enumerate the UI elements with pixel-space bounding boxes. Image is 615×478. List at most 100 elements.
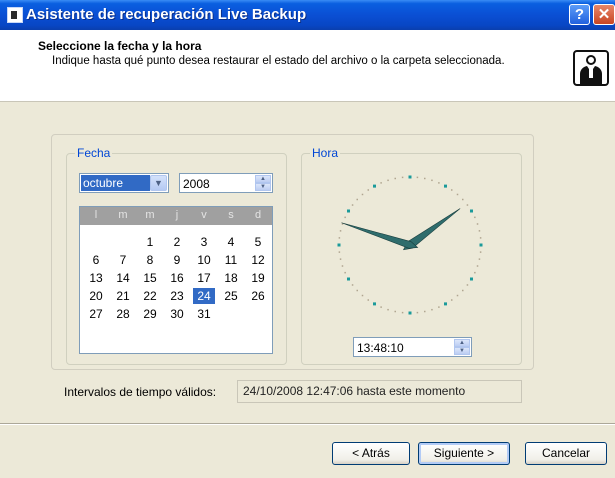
calendar-day[interactable]: 20 (85, 288, 107, 304)
calendar-day-selected[interactable]: 24 (193, 288, 215, 304)
user-icon (573, 50, 609, 86)
step-title: Seleccione la fecha y la hora (38, 39, 202, 53)
time-value: 13:48:10 (357, 341, 404, 355)
calendar-day[interactable]: 21 (112, 288, 134, 304)
calendar-day[interactable]: 4 (220, 234, 242, 250)
weekday-header: lmmjvsd (80, 207, 272, 225)
clock-minute-mark (450, 299, 453, 301)
clock-minute-mark (438, 306, 440, 308)
calendar-day[interactable]: 15 (139, 270, 161, 286)
spin-arrows-icon[interactable]: ▲ ▼ (454, 339, 470, 355)
clock-hour-mark (444, 184, 447, 188)
step-description: Indique hasta qué punto desea restaurar … (52, 55, 505, 67)
clock-hour-mark (347, 209, 351, 213)
clock-hour-mark (469, 277, 473, 281)
clock-minute-mark (341, 265, 344, 267)
clock-minute-mark (338, 251, 341, 253)
clock-hour-mark (479, 243, 483, 247)
clock-minute-mark (479, 251, 482, 253)
calendar-day[interactable]: 13 (85, 270, 107, 286)
calendar-day[interactable]: 11 (220, 252, 242, 268)
chevron-down-icon[interactable]: ▼ (150, 175, 167, 191)
clock-minute-mark (462, 198, 464, 201)
help-button[interactable]: ? (569, 4, 590, 25)
calendar-day[interactable]: 26 (247, 288, 269, 304)
clock-minute-mark (476, 265, 479, 267)
date-group-label: Fecha (75, 146, 113, 160)
clock-minute-mark (466, 284, 469, 286)
calendar-day[interactable]: 5 (247, 234, 269, 250)
clock-hour-mark (337, 243, 341, 247)
month-dropdown[interactable]: octubre ▼ (79, 173, 169, 193)
calendar-day[interactable]: 27 (85, 306, 107, 322)
calendar-day[interactable]: 16 (166, 270, 188, 286)
calendar-day[interactable]: 22 (139, 288, 161, 304)
calendar-day[interactable]: 9 (166, 252, 188, 268)
calendar-day[interactable]: 1 (139, 234, 161, 250)
wizard-window: Asistente de recuperación Live Backup ? … (0, 0, 615, 478)
clock-minute-mark (361, 193, 364, 196)
clock-hour-mark (444, 302, 447, 306)
clock-minute-mark (462, 289, 464, 292)
next-button[interactable]: Siguiente > (418, 442, 510, 465)
calendar-day[interactable]: 18 (220, 270, 242, 286)
calendar-day[interactable]: 19 (247, 270, 269, 286)
clock-minute-mark (456, 193, 459, 196)
clock-minute-mark (339, 230, 342, 232)
clock-minute-mark (456, 294, 459, 297)
clock-minute-mark (394, 310, 396, 313)
wizard-header: Seleccione la fecha y la hora Indique ha… (0, 30, 615, 102)
clock-minute-mark (466, 204, 469, 206)
weekday-label: l (94, 209, 98, 221)
clock-hour-mark (347, 277, 351, 281)
clock-hour-mark (408, 311, 412, 315)
spin-down-icon[interactable]: ▼ (255, 183, 271, 191)
clock-minute-mark (431, 308, 433, 311)
calendar-day[interactable]: 2 (166, 234, 188, 250)
valid-interval-label: Intervalos de tiempo válidos: (64, 385, 217, 399)
calendar-day[interactable]: 29 (139, 306, 161, 322)
separator (0, 423, 615, 425)
time-group-label: Hora (310, 146, 341, 160)
calendar-day[interactable]: 8 (139, 252, 161, 268)
weekday-label: m (118, 209, 128, 221)
clock-minute-mark (401, 176, 404, 179)
calendar-day[interactable]: 14 (112, 270, 134, 286)
calendar-day[interactable]: 17 (193, 270, 215, 286)
spin-arrows-icon[interactable]: ▲ ▼ (255, 175, 271, 191)
calendar-day[interactable]: 25 (220, 288, 242, 304)
clock-minute-mark (394, 177, 396, 180)
clock-minute-mark (351, 284, 354, 286)
clock-minute-mark (438, 182, 440, 184)
year-spinner[interactable]: 2008 ▲ ▼ (179, 173, 273, 193)
calendar-day[interactable]: 10 (193, 252, 215, 268)
cancel-button[interactable]: Cancelar (525, 442, 607, 465)
title-bar[interactable]: Asistente de recuperación Live Backup ? … (0, 0, 615, 30)
spin-up-icon[interactable]: ▲ (454, 339, 470, 347)
weekday-label: v (201, 209, 207, 221)
clock-minute-mark (474, 271, 476, 274)
calendar-day[interactable]: 23 (166, 288, 188, 304)
calendar-day[interactable]: 28 (112, 306, 134, 322)
month-calendar[interactable]: lmmjvsd 1 2 3 4 5 6 7 8 9 10 11 12 13 14 15 16 17 18 19 20 2… (79, 206, 273, 354)
spin-down-icon[interactable]: ▼ (454, 347, 470, 355)
calendar-day[interactable]: 12 (247, 252, 269, 268)
spin-up-icon[interactable]: ▲ (255, 175, 271, 183)
clock-hour-mark (373, 302, 376, 306)
calendar-day[interactable]: 31 (193, 306, 215, 322)
clock-hour-mark (469, 209, 473, 213)
weekday-label: s (228, 209, 234, 221)
close-button[interactable]: ✕ (593, 4, 615, 25)
clock-minute-mark (431, 179, 433, 182)
time-spinner[interactable]: 13:48:10 ▲ ▼ (353, 337, 472, 357)
calendar-day[interactable]: 30 (166, 306, 188, 322)
clock-minute-mark (387, 308, 389, 311)
calendar-day[interactable]: 3 (193, 234, 215, 250)
clock-minute-mark (424, 177, 426, 180)
back-button[interactable]: < Atrás (332, 442, 410, 465)
calendar-day[interactable]: 6 (85, 252, 107, 268)
clock-minute-mark (424, 310, 426, 313)
calendar-day[interactable]: 7 (112, 252, 134, 268)
clock-minute-mark (338, 237, 341, 239)
clock-minute-mark (351, 204, 354, 206)
